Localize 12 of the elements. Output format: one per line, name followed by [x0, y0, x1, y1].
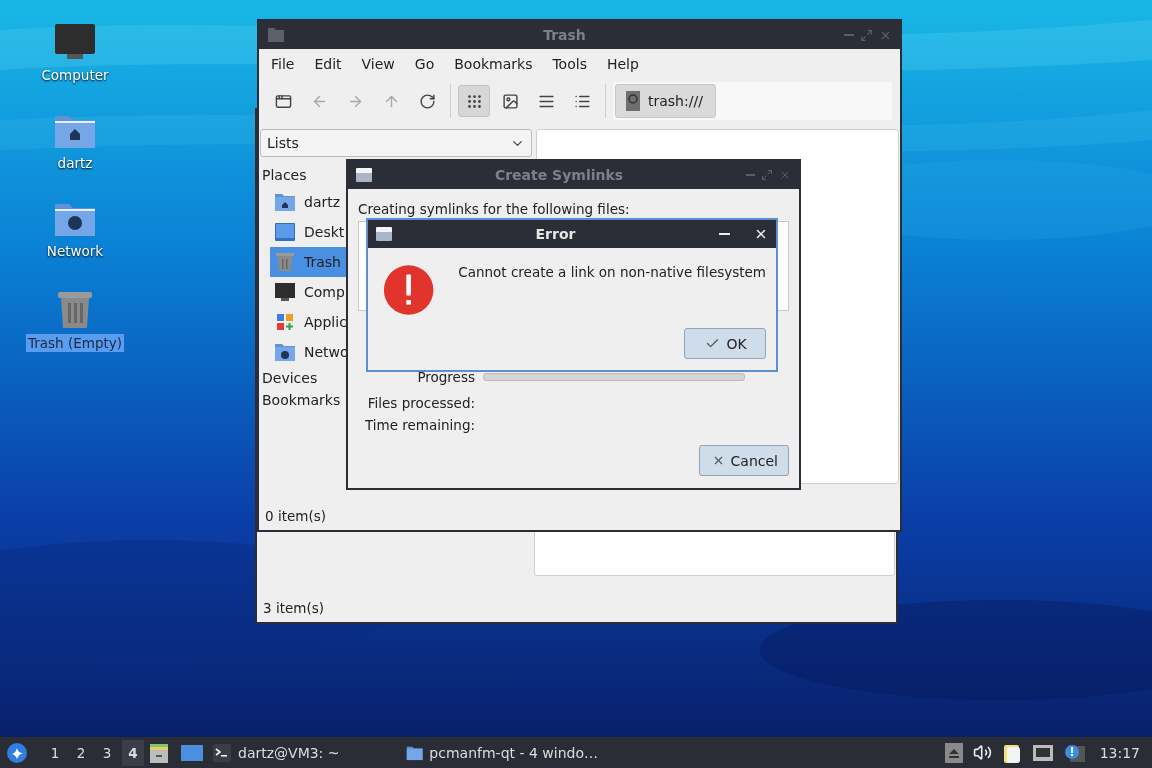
error-message: Cannot create a link on non-native filesystem [458, 264, 766, 280]
progress-label: Progress [416, 369, 475, 385]
dialog-title: Error [534, 226, 577, 242]
status-text: 3 item(s) [262, 599, 325, 618]
dialog-message: Creating symlinks for the following files: [358, 201, 631, 217]
dialog-title: Create Symlinks [493, 167, 625, 183]
window-title: Trash [542, 27, 587, 43]
files-processed-label: Files processed: [366, 395, 475, 411]
status-text: 0 item(s) [264, 507, 327, 526]
clock: 13:17 [1099, 744, 1140, 761]
places-heading: Places [261, 166, 308, 185]
time-remaining-label: Time remaining: [363, 417, 475, 433]
